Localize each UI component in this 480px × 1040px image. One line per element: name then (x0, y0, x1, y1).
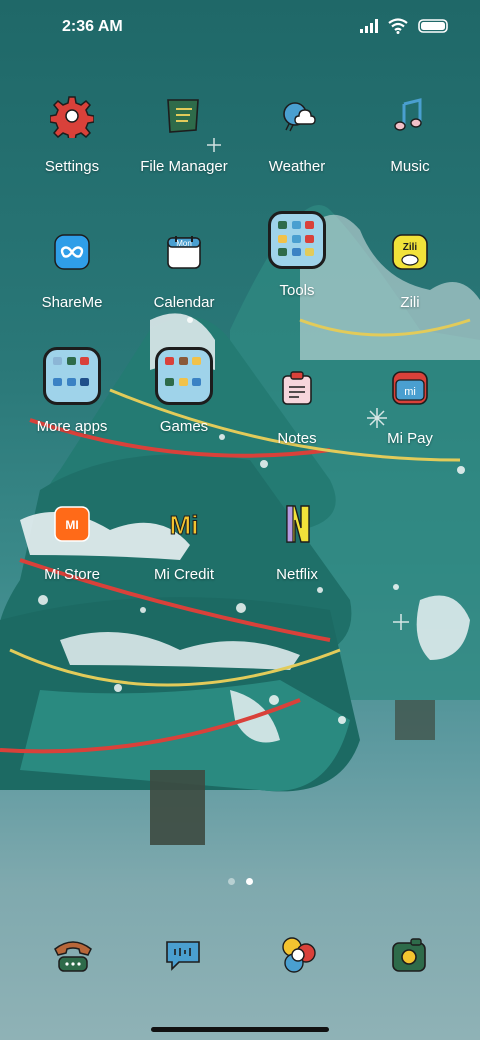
dock-phone[interactable] (48, 930, 98, 980)
app-label: Games (159, 418, 209, 435)
app-settings[interactable]: Settings (12, 84, 132, 175)
settings-gear-icon (40, 84, 104, 148)
app-label: Netflix (276, 566, 318, 583)
mi-credit-icon: Mi (152, 492, 216, 556)
app-label: Tools (279, 282, 315, 299)
status-bar: 2:36 AM (0, 0, 480, 56)
app-label: Settings (44, 158, 100, 175)
app-notes[interactable]: Notes (237, 356, 357, 447)
app-weather[interactable]: Weather (237, 84, 357, 175)
tools-folder-icon (265, 208, 329, 272)
app-label: Music (390, 158, 430, 175)
app-label: Calendar (153, 294, 215, 311)
app-netflix[interactable]: N Netflix (237, 492, 357, 583)
notes-icon (265, 356, 329, 420)
app-label: More apps (36, 418, 108, 435)
music-note-icon (378, 84, 442, 148)
file-manager-icon (152, 84, 216, 148)
app-label: File Manager (140, 158, 228, 175)
page-dot[interactable] (227, 878, 235, 885)
app-mi-credit[interactable]: Mi Mi Credit (124, 492, 244, 584)
app-games-folder[interactable]: Games (124, 344, 244, 435)
app-label: Zili (400, 294, 420, 311)
netflix-icon-text: N (277, 502, 278, 503)
dock-messages[interactable] (158, 930, 208, 980)
gallery-icon (282, 937, 316, 973)
zili-icon-text: Zili (403, 242, 418, 253)
status-time: 2:36 AM (62, 18, 123, 35)
games-folder-icon (152, 344, 216, 408)
page-dot-active[interactable] (245, 878, 253, 885)
weather-icon (265, 84, 329, 148)
more-apps-folder-icon (40, 344, 104, 408)
app-label: Notes (277, 430, 317, 447)
app-label: Mi Credit (153, 566, 214, 583)
mi-store-icon-text: MI (65, 518, 78, 532)
app-more-apps-folder[interactable]: More apps (12, 344, 132, 435)
app-label: ShareMe (41, 294, 103, 311)
app-mi-pay[interactable]: mi Mi Pay (350, 356, 470, 447)
status-icons (360, 18, 450, 34)
signal-icon (360, 19, 378, 33)
phone-icon (54, 941, 92, 972)
dock-camera[interactable] (384, 930, 434, 980)
wifi-icon (388, 18, 408, 34)
mi-store-icon: MI (40, 492, 104, 556)
app-mi-store[interactable]: MI Mi Store (12, 492, 132, 583)
app-tools-folder[interactable]: Tools (237, 208, 357, 299)
shareme-infinity-icon (40, 220, 104, 284)
app-zili[interactable]: Zili Zili (350, 220, 470, 311)
app-file-manager[interactable]: File Manager (124, 84, 244, 175)
calendar-icon: Mon (152, 220, 216, 284)
messages-icon (166, 941, 200, 971)
zili-icon: Zili (378, 220, 442, 284)
dock-gallery[interactable] (273, 930, 323, 980)
battery-icon (418, 19, 448, 33)
mi-pay-icon-text: mi (404, 386, 416, 398)
app-calendar[interactable]: Mon Calendar (124, 220, 244, 311)
app-label: Mi Store (44, 566, 100, 583)
calendar-day-text: Mon (176, 239, 192, 248)
app-shareme[interactable]: ShareMe (12, 220, 132, 311)
netflix-icon: N (265, 492, 329, 556)
camera-icon (392, 938, 426, 972)
app-label: Mi Pay (387, 430, 433, 447)
folder-grid (268, 211, 326, 269)
home-indicator[interactable] (151, 1027, 329, 1032)
app-label: Weather (268, 158, 326, 175)
mi-credit-icon-text: Mi (170, 510, 199, 540)
mi-pay-icon: mi (378, 356, 442, 420)
page-indicator (0, 878, 480, 885)
folder-grid (155, 347, 213, 405)
app-music[interactable]: Music (350, 84, 470, 175)
folder-grid (43, 347, 101, 405)
